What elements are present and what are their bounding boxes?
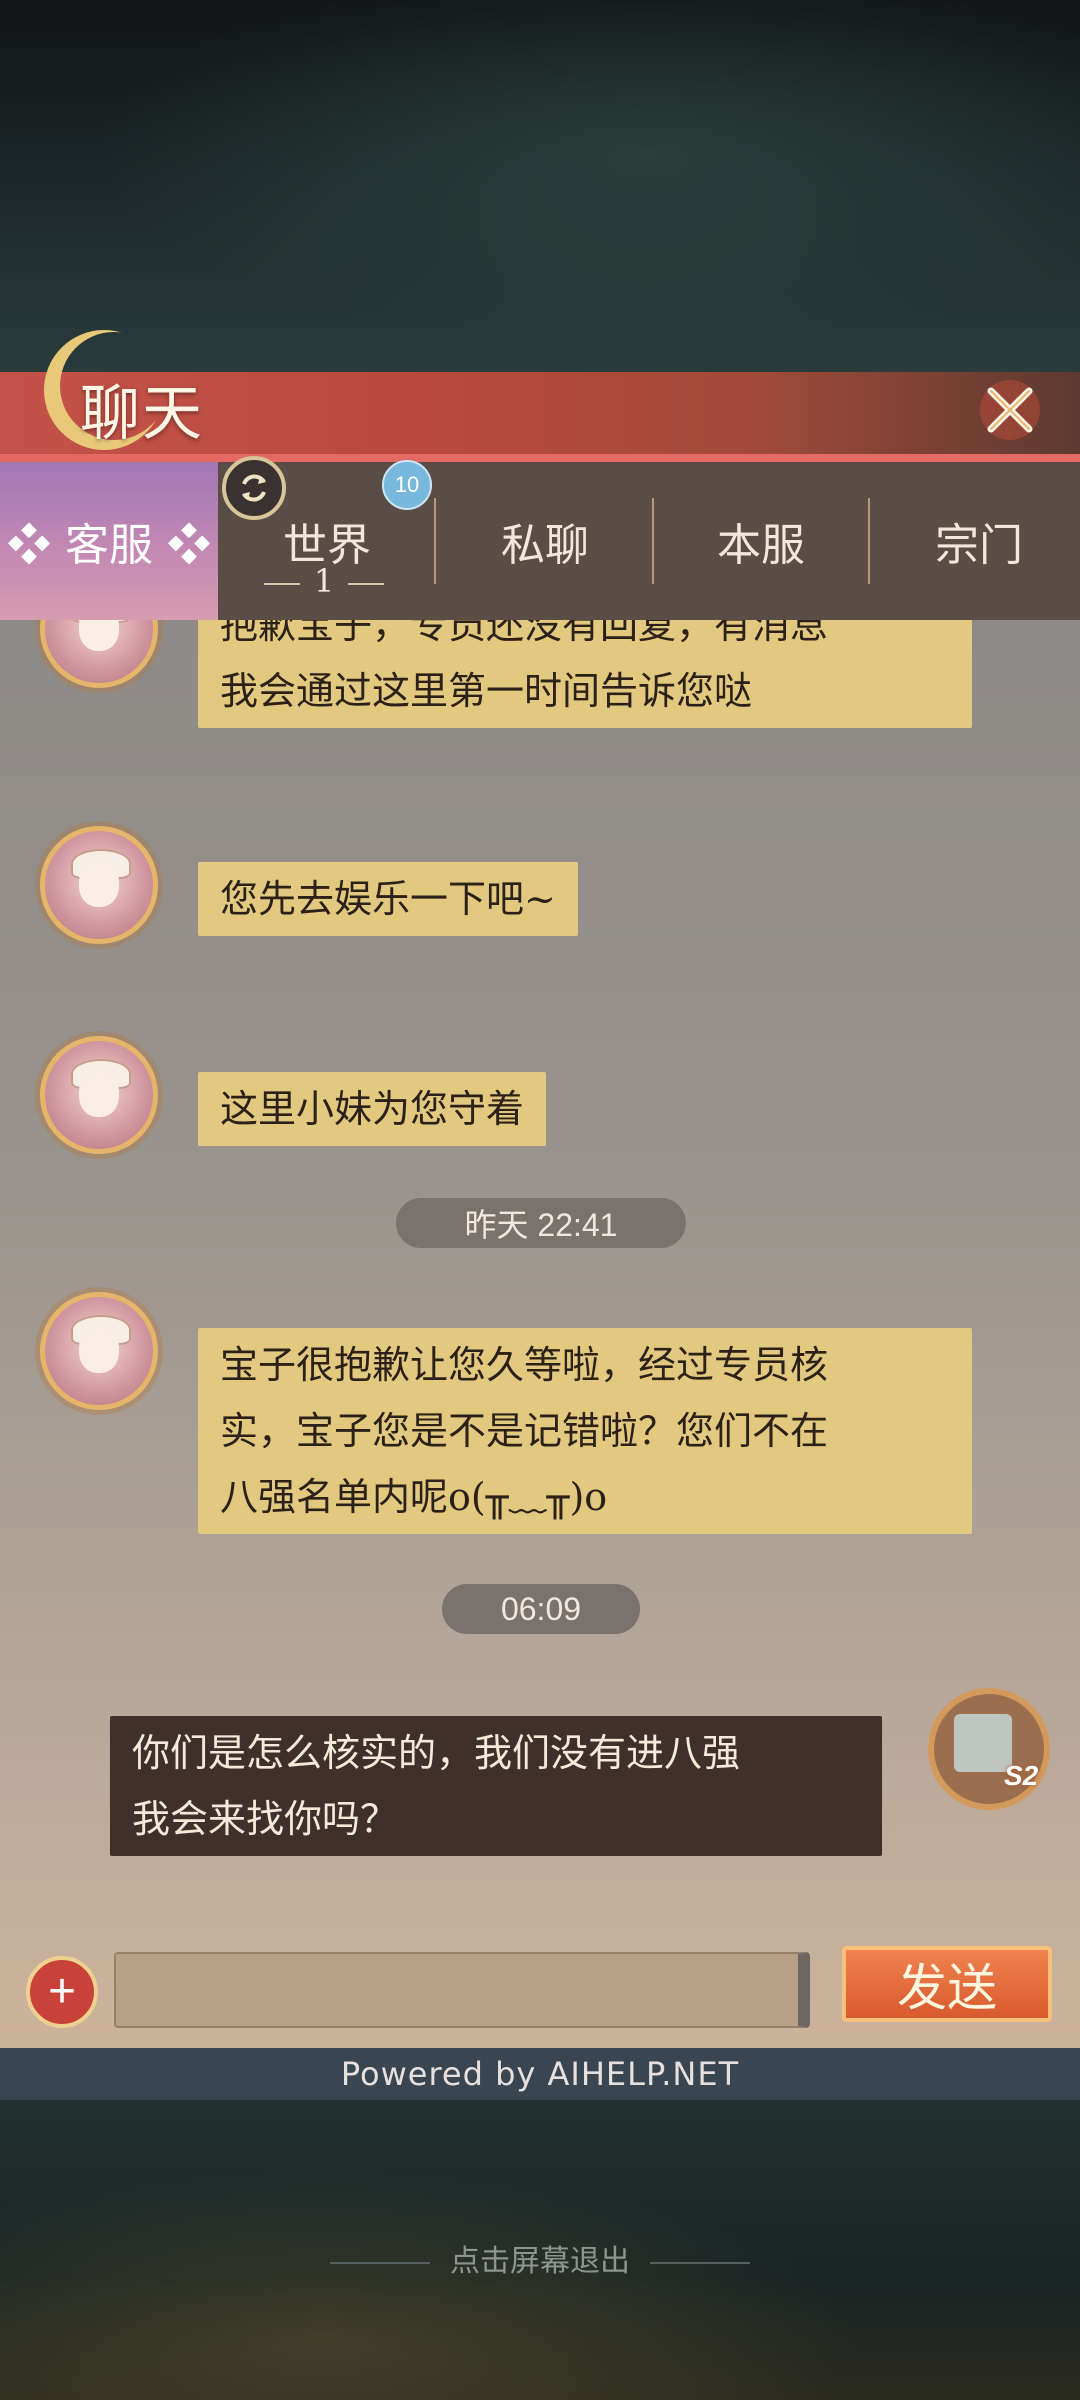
switch-channel-button[interactable] xyxy=(222,456,286,520)
send-label: 发送 xyxy=(897,1959,997,2017)
close-x-icon xyxy=(980,380,1040,440)
send-button[interactable]: 发送 xyxy=(842,1946,1052,2022)
tab-private[interactable]: 私聊 xyxy=(436,462,654,620)
close-button[interactable] xyxy=(968,368,1052,452)
divider xyxy=(263,582,300,585)
tab-customer-service[interactable]: ❖ 客服 ❖ xyxy=(0,462,218,620)
refresh-icon xyxy=(242,474,266,502)
message-bubble: 您先去娱乐一下吧~ xyxy=(198,862,578,936)
tap-to-exit-hint[interactable]: 点击屏幕退出 xyxy=(0,2236,1080,2280)
plus-icon: + xyxy=(47,1965,77,2018)
tab-label: 宗门 xyxy=(935,520,1023,571)
chat-tabs: ❖ 客服 ❖ 世界 私聊 本服 宗门 xyxy=(0,462,1080,620)
tab-label: 本服 xyxy=(717,520,805,571)
page-title: 聊天 xyxy=(80,379,204,449)
top-background xyxy=(0,0,1080,380)
self-message-bubble: 你们是怎么核实的，我们没有进八强 我会来找你吗？ xyxy=(110,1716,882,1856)
powered-by-text: Powered by AIHELP.NET xyxy=(340,2055,740,2093)
divider xyxy=(348,582,385,585)
add-attachment-button[interactable]: + xyxy=(26,1956,98,2028)
agent-avatar xyxy=(40,1292,158,1410)
world-channel-number: 1 xyxy=(244,562,404,600)
divider xyxy=(330,2262,430,2264)
powered-by-footer: Powered by AIHELP.NET xyxy=(0,2048,1080,2103)
message-bubble: 宝子很抱歉让您久等啦，经过专员核 实，宝子您是不是记错啦？您们不在 八强名单内呢… xyxy=(198,1328,972,1534)
agent-avatar xyxy=(40,826,158,944)
tab-label: ❖ 客服 ❖ xyxy=(7,520,211,571)
tab-server[interactable]: 本服 xyxy=(652,462,870,620)
divider xyxy=(650,2262,750,2264)
message-bubble: 这里小妹为您守着 xyxy=(198,1072,547,1146)
tab-label: 私聊 xyxy=(501,520,589,571)
message-input[interactable]: 请输入内容 xyxy=(114,1952,810,2028)
unread-badge: 10 xyxy=(382,460,432,510)
chat-messages[interactable]: 抱歉宝子，专员还没有回复，有消息 我会通过这里第一时间告诉您哒 您先去娱乐一下吧… xyxy=(0,620,1080,2048)
message-timestamp: 06:09 xyxy=(442,1584,640,1634)
message-bubble: 抱歉宝子，专员还没有回复，有消息 我会通过这里第一时间告诉您哒 xyxy=(198,620,972,728)
tab-sect[interactable]: 宗门 xyxy=(870,462,1080,620)
message-timestamp: 昨天 22:41 xyxy=(396,1198,686,1248)
server-tag: S2 xyxy=(1004,1760,1039,1791)
agent-avatar xyxy=(40,1036,158,1154)
agent-avatar xyxy=(40,620,158,688)
input-placeholder: 请输入内容 xyxy=(150,1969,370,2020)
